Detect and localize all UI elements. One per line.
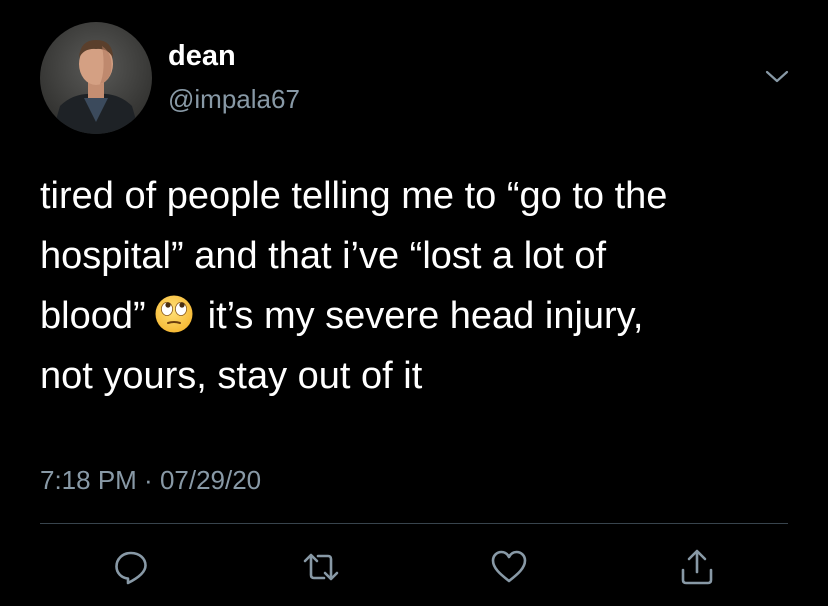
tweet-time: 7:18 PM bbox=[40, 465, 137, 495]
tweet-card: dean @impala67 tired of people telling m… bbox=[0, 0, 828, 606]
tweet-text-segment: blood” bbox=[40, 295, 146, 337]
reply-icon bbox=[115, 551, 147, 585]
user-handle[interactable]: @impala67 bbox=[168, 86, 300, 112]
retweet-icon bbox=[303, 553, 339, 581]
chevron-down-icon[interactable] bbox=[764, 64, 790, 90]
share-icon bbox=[681, 549, 713, 585]
tweet-text-line: blood” it’s my severe head injury, bbox=[40, 286, 800, 346]
avatar[interactable] bbox=[40, 22, 152, 134]
like-button[interactable] bbox=[490, 548, 528, 586]
reply-button[interactable] bbox=[112, 548, 150, 586]
tweet-text-line: tired of people telling me to “go to the bbox=[40, 175, 668, 217]
face-with-rolling-eyes-emoji-icon bbox=[154, 292, 194, 333]
display-name[interactable]: dean bbox=[168, 42, 236, 71]
heart-icon bbox=[491, 550, 527, 583]
profile-photo-icon bbox=[40, 22, 152, 134]
tweet-text-segment: it’s my severe head injury, bbox=[207, 295, 644, 337]
tweet-text-line: hospital” and that i’ve “lost a lot of bbox=[40, 235, 607, 277]
retweet-button[interactable] bbox=[302, 548, 340, 586]
divider bbox=[40, 523, 788, 524]
tweet-text-line: not yours, stay out of it bbox=[40, 355, 423, 397]
tweet-date: 07/29/20 bbox=[159, 465, 262, 495]
meta-separator: · bbox=[136, 465, 160, 495]
tweet-text: tired of people telling me to “go to the… bbox=[40, 166, 800, 406]
share-button[interactable] bbox=[678, 548, 716, 586]
tweet-timestamp[interactable]: 7:18 PM · 07/29/20 bbox=[40, 467, 261, 493]
